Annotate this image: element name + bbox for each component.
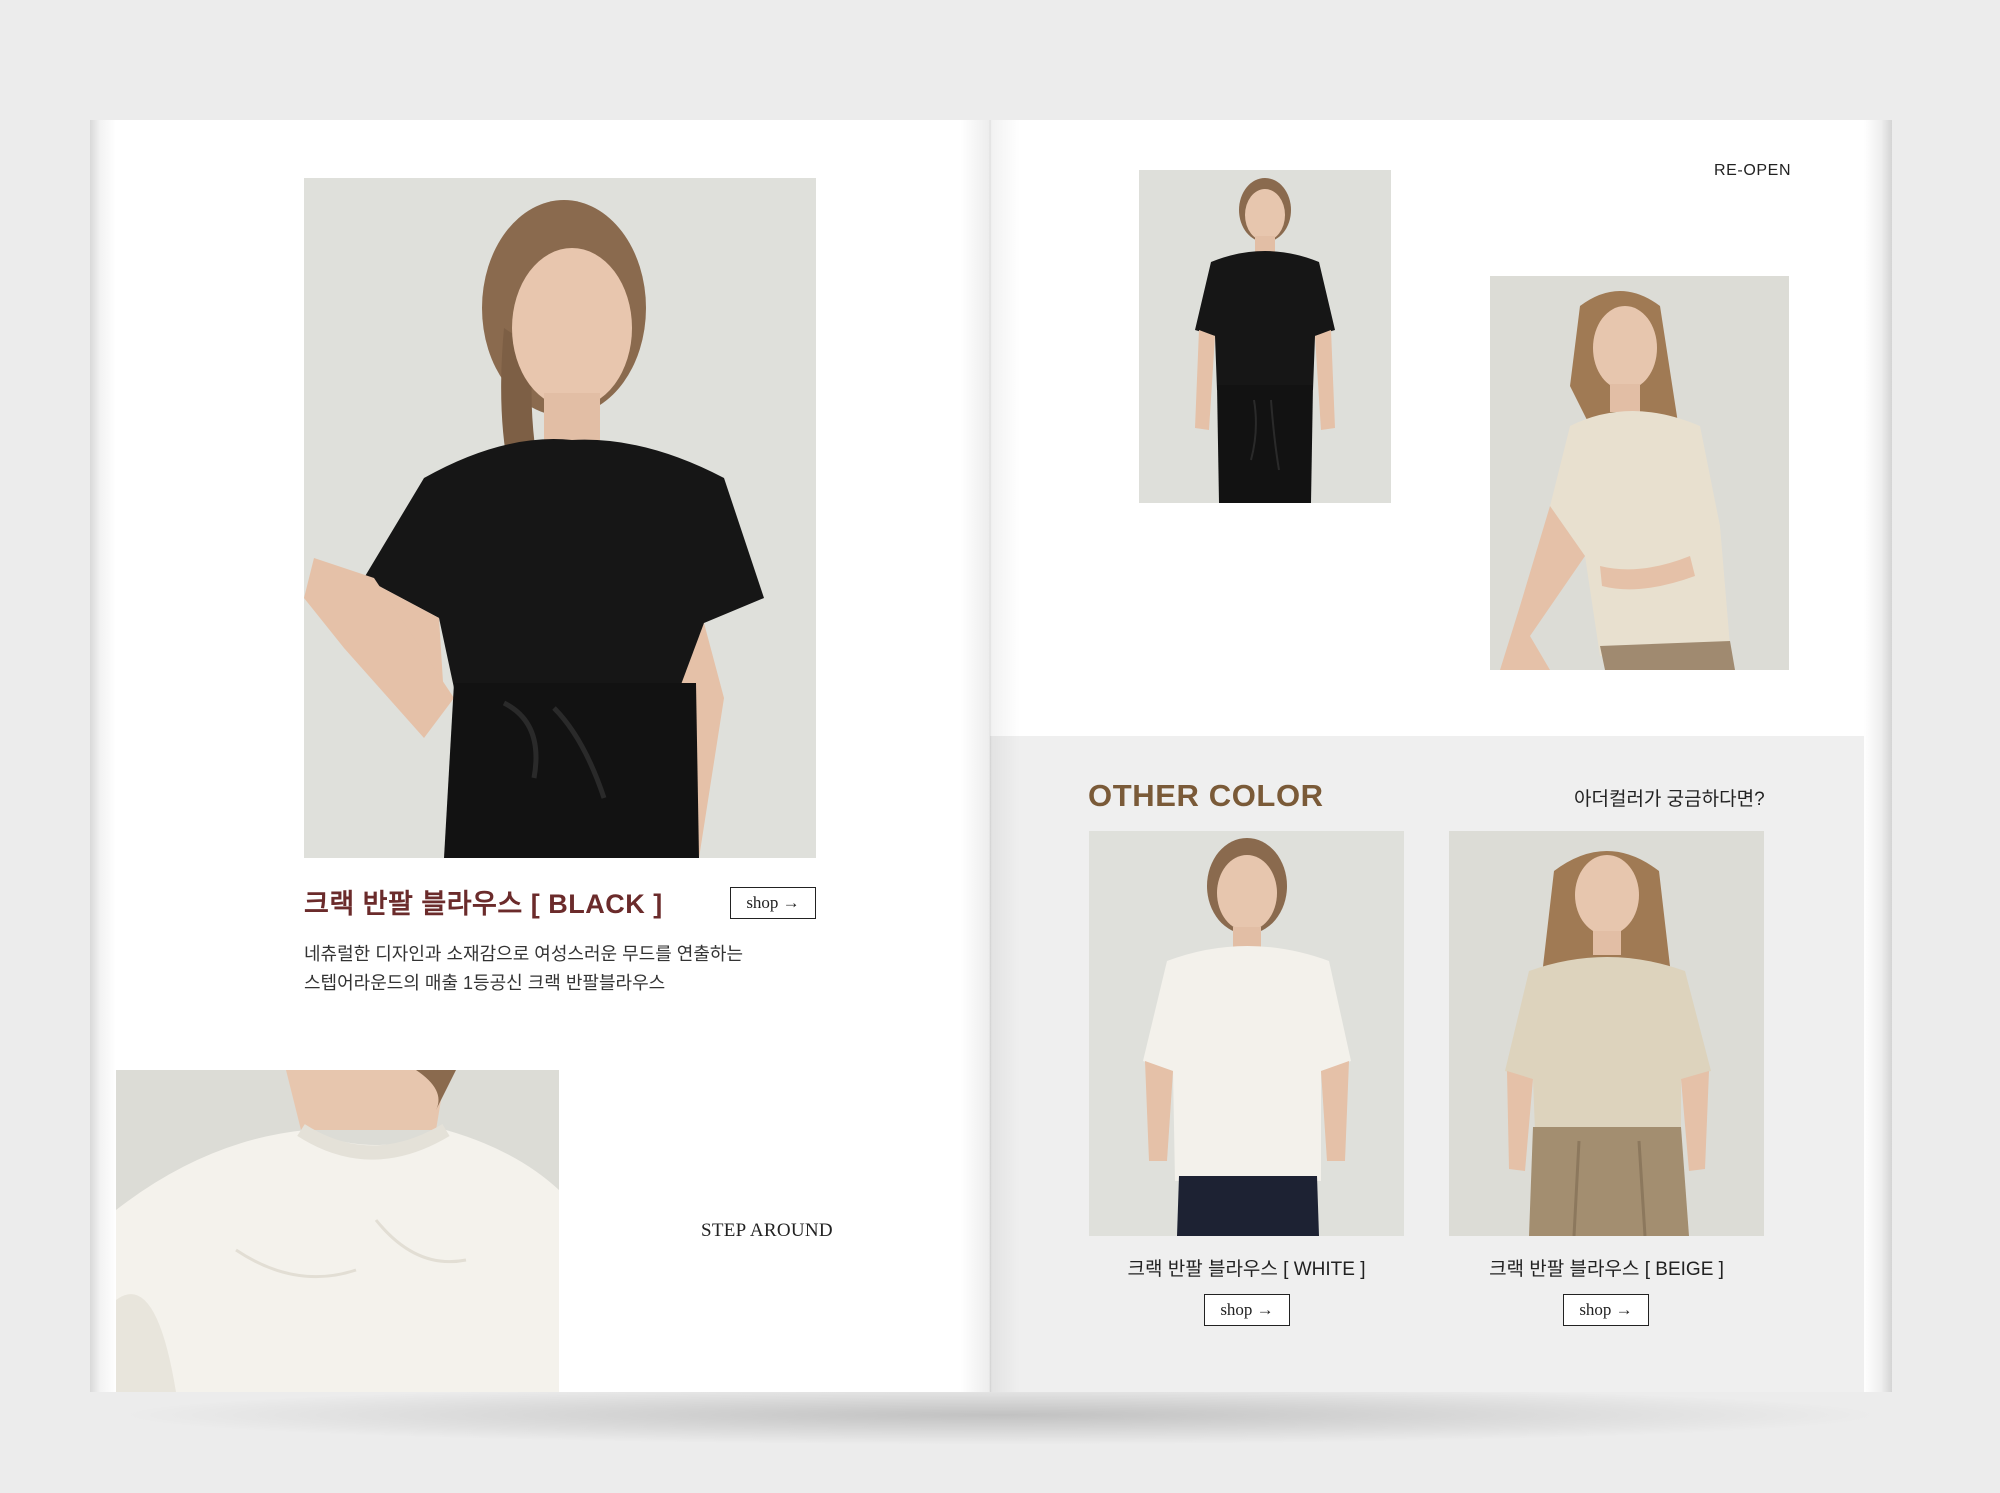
black-blouse-main-photo bbox=[304, 178, 816, 858]
product-label-beige: 크랙 반팔 블라우스 [ BEIGE ] bbox=[1489, 1259, 1724, 1280]
shop-button-black[interactable]: shop → bbox=[730, 887, 816, 919]
other-color-title: OTHER COLOR bbox=[1088, 778, 1324, 813]
black-outfit-photo bbox=[1139, 170, 1391, 503]
description-line-1: 네츄럴한 디자인과 소재감으로 여성스러운 무드를 연출하는 bbox=[304, 944, 744, 964]
beige-blouse-product-photo[interactable] bbox=[1449, 831, 1764, 1236]
other-color-question: 아더컬러가 궁금하다면? bbox=[1574, 789, 1765, 810]
product-description: 네츄럴한 디자인과 소재감으로 여성스러운 무드를 연출하는 스텝어라운드의 매… bbox=[304, 940, 864, 998]
other-color-section: OTHER COLOR 아더컬러가 궁금하다면? 크랙 반팔 블라우스 [WH… bbox=[990, 736, 1864, 1392]
shop-button-beige[interactable]: shop → bbox=[1563, 1294, 1649, 1326]
right-page: RE-OPEN OTHER COLOR 아더컬러가 궁금하다면? 크랙 반팔 블… bbox=[990, 120, 1864, 1392]
right-page-edge bbox=[1864, 120, 1892, 1392]
book-shadow bbox=[110, 1385, 1890, 1445]
re-open-label: RE-OPEN bbox=[1714, 162, 1792, 179]
white-blouse-closeup-photo bbox=[116, 1070, 559, 1392]
white-blouse-product-photo[interactable] bbox=[1089, 831, 1404, 1236]
product-label-white: 크랙 반팔 블라우스 [ WHITE ] bbox=[1127, 1259, 1366, 1280]
brand-text: STEP AROUND bbox=[701, 1220, 833, 1241]
shop-button-white[interactable]: shop → bbox=[1204, 1294, 1290, 1326]
left-page: 크랙 반팔 블라우스 [ BLACK ] shop → 네츄럴한 디자인과 소재… bbox=[116, 120, 990, 1392]
beige-blouse-photo bbox=[1490, 276, 1789, 670]
left-page-edge bbox=[90, 120, 116, 1392]
product-title-black: 크랙 반팔 블라우스 [ BLACK ] bbox=[304, 889, 663, 919]
description-line-2: 스텝어라운드의 매출 1등공신 크랙 반팔블라우스 bbox=[304, 973, 666, 993]
